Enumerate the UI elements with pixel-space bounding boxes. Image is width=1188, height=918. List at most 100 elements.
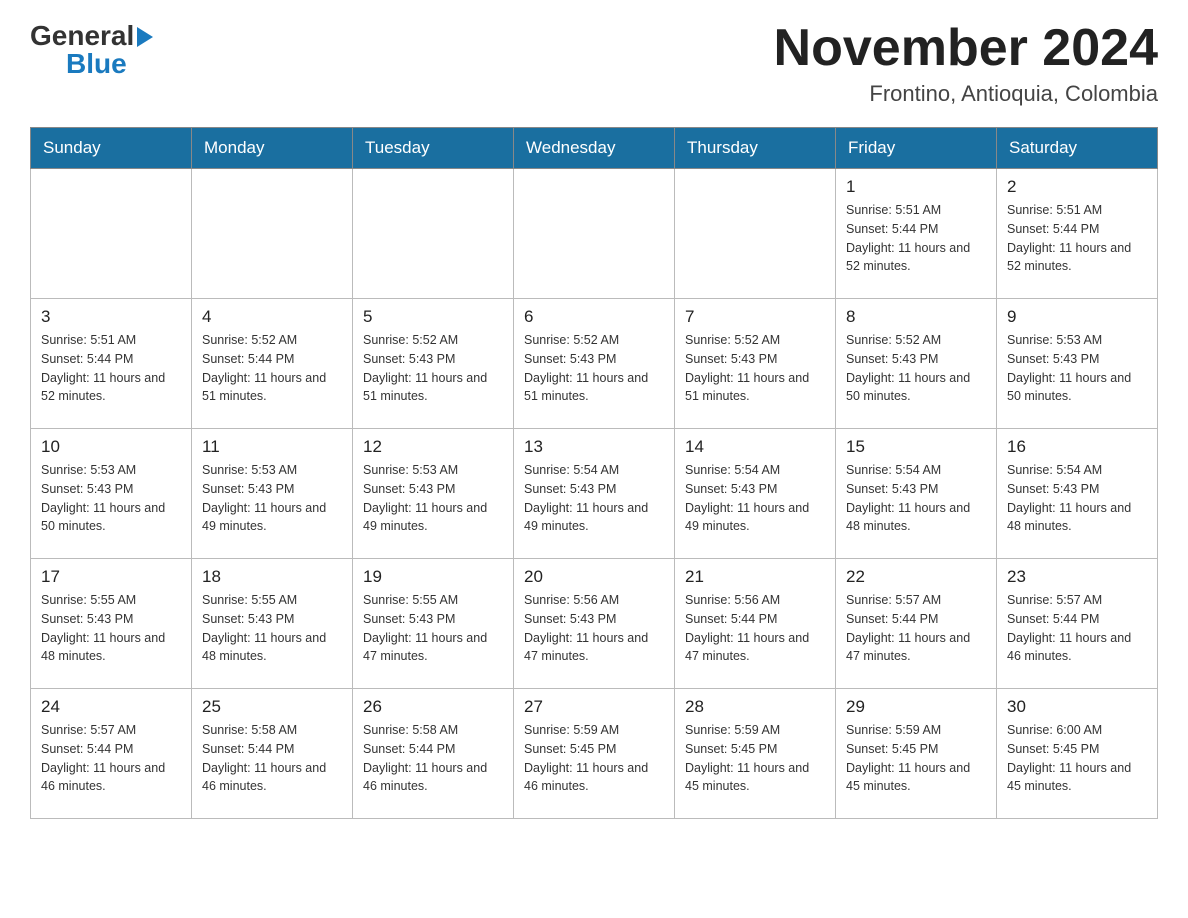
- day-info: Sunrise: 5:51 AMSunset: 5:44 PMDaylight:…: [1007, 201, 1147, 276]
- day-info: Sunrise: 5:53 AMSunset: 5:43 PMDaylight:…: [363, 461, 503, 536]
- weekday-header-wednesday: Wednesday: [514, 128, 675, 169]
- calendar-cell: 30 Sunrise: 6:00 AMSunset: 5:45 PMDayligh…: [997, 689, 1158, 819]
- calendar-week-row: 3 Sunrise: 5:51 AMSunset: 5:44 PMDaylight…: [31, 299, 1158, 429]
- calendar-cell: 12 Sunrise: 5:53 AMSunset: 5:43 PMDayligh…: [353, 429, 514, 559]
- calendar-cell: 13 Sunrise: 5:54 AMSunset: 5:43 PMDayligh…: [514, 429, 675, 559]
- day-info: Sunrise: 5:55 AMSunset: 5:43 PMDaylight:…: [41, 591, 181, 666]
- calendar-cell: 24 Sunrise: 5:57 AMSunset: 5:44 PMDayligh…: [31, 689, 192, 819]
- day-number: 21: [685, 567, 825, 587]
- calendar-cell: 10 Sunrise: 5:53 AMSunset: 5:43 PMDayligh…: [31, 429, 192, 559]
- day-info: Sunrise: 5:55 AMSunset: 5:43 PMDaylight:…: [363, 591, 503, 666]
- day-info: Sunrise: 5:59 AMSunset: 5:45 PMDaylight:…: [685, 721, 825, 796]
- calendar-cell: 25 Sunrise: 5:58 AMSunset: 5:44 PMDayligh…: [192, 689, 353, 819]
- day-info: Sunrise: 5:53 AMSunset: 5:43 PMDaylight:…: [41, 461, 181, 536]
- calendar-week-row: 24 Sunrise: 5:57 AMSunset: 5:44 PMDayligh…: [31, 689, 1158, 819]
- calendar-cell: 7 Sunrise: 5:52 AMSunset: 5:43 PMDaylight…: [675, 299, 836, 429]
- day-info: Sunrise: 5:52 AMSunset: 5:43 PMDaylight:…: [363, 331, 503, 406]
- day-info: Sunrise: 5:52 AMSunset: 5:44 PMDaylight:…: [202, 331, 342, 406]
- logo-arrow-icon: [137, 27, 153, 47]
- day-info: Sunrise: 5:52 AMSunset: 5:43 PMDaylight:…: [846, 331, 986, 406]
- weekday-header-saturday: Saturday: [997, 128, 1158, 169]
- calendar-cell: 4 Sunrise: 5:52 AMSunset: 5:44 PMDaylight…: [192, 299, 353, 429]
- day-info: Sunrise: 5:57 AMSunset: 5:44 PMDaylight:…: [1007, 591, 1147, 666]
- day-number: 22: [846, 567, 986, 587]
- weekday-header-sunday: Sunday: [31, 128, 192, 169]
- day-number: 2: [1007, 177, 1147, 197]
- calendar-week-row: 1Sunrise: 5:51 AMSunset: 5:44 PMDaylight…: [31, 169, 1158, 299]
- weekday-header-monday: Monday: [192, 128, 353, 169]
- location-text: Frontino, Antioquia, Colombia: [774, 81, 1158, 107]
- day-number: 23: [1007, 567, 1147, 587]
- day-number: 18: [202, 567, 342, 587]
- day-info: Sunrise: 5:56 AMSunset: 5:44 PMDaylight:…: [685, 591, 825, 666]
- calendar-cell: 26 Sunrise: 5:58 AMSunset: 5:44 PMDayligh…: [353, 689, 514, 819]
- calendar-cell: 17 Sunrise: 5:55 AMSunset: 5:43 PMDayligh…: [31, 559, 192, 689]
- weekday-header-row: SundayMondayTuesdayWednesdayThursdayFrid…: [31, 128, 1158, 169]
- weekday-header-friday: Friday: [836, 128, 997, 169]
- day-info: Sunrise: 5:53 AMSunset: 5:43 PMDaylight:…: [1007, 331, 1147, 406]
- day-info: Sunrise: 5:54 AMSunset: 5:43 PMDaylight:…: [846, 461, 986, 536]
- calendar-cell: 18 Sunrise: 5:55 AMSunset: 5:43 PMDayligh…: [192, 559, 353, 689]
- day-info: Sunrise: 5:54 AMSunset: 5:43 PMDaylight:…: [685, 461, 825, 536]
- calendar-cell: 3 Sunrise: 5:51 AMSunset: 5:44 PMDaylight…: [31, 299, 192, 429]
- day-info: Sunrise: 5:53 AMSunset: 5:43 PMDaylight:…: [202, 461, 342, 536]
- day-number: 14: [685, 437, 825, 457]
- day-number: 24: [41, 697, 181, 717]
- day-info: Sunrise: 5:54 AMSunset: 5:43 PMDaylight:…: [524, 461, 664, 536]
- day-number: 16: [1007, 437, 1147, 457]
- calendar-cell: 8Sunrise: 5:52 AMSunset: 5:43 PMDaylight…: [836, 299, 997, 429]
- day-number: 13: [524, 437, 664, 457]
- day-number: 25: [202, 697, 342, 717]
- calendar-cell: 14 Sunrise: 5:54 AMSunset: 5:43 PMDayligh…: [675, 429, 836, 559]
- day-number: 28: [685, 697, 825, 717]
- calendar-cell: 11Sunrise: 5:53 AMSunset: 5:43 PMDayligh…: [192, 429, 353, 559]
- day-info: Sunrise: 5:55 AMSunset: 5:43 PMDaylight:…: [202, 591, 342, 666]
- weekday-header-tuesday: Tuesday: [353, 128, 514, 169]
- day-number: 6: [524, 307, 664, 327]
- calendar-cell: 6 Sunrise: 5:52 AMSunset: 5:43 PMDaylight…: [514, 299, 675, 429]
- day-info: Sunrise: 5:51 AMSunset: 5:44 PMDaylight:…: [41, 331, 181, 406]
- day-number: 4: [202, 307, 342, 327]
- day-info: Sunrise: 6:00 AMSunset: 5:45 PMDaylight:…: [1007, 721, 1147, 796]
- day-number: 27: [524, 697, 664, 717]
- calendar-cell: 21 Sunrise: 5:56 AMSunset: 5:44 PMDayligh…: [675, 559, 836, 689]
- day-info: Sunrise: 5:58 AMSunset: 5:44 PMDaylight:…: [202, 721, 342, 796]
- calendar-cell: 5 Sunrise: 5:52 AMSunset: 5:43 PMDaylight…: [353, 299, 514, 429]
- calendar-table: SundayMondayTuesdayWednesdayThursdayFrid…: [30, 127, 1158, 819]
- title-section: November 2024 Frontino, Antioquia, Colom…: [774, 20, 1158, 107]
- day-number: 3: [41, 307, 181, 327]
- day-info: Sunrise: 5:54 AMSunset: 5:43 PMDaylight:…: [1007, 461, 1147, 536]
- day-number: 5: [363, 307, 503, 327]
- calendar-week-row: 17 Sunrise: 5:55 AMSunset: 5:43 PMDayligh…: [31, 559, 1158, 689]
- calendar-cell: 28 Sunrise: 5:59 AMSunset: 5:45 PMDayligh…: [675, 689, 836, 819]
- day-number: 9: [1007, 307, 1147, 327]
- day-number: 30: [1007, 697, 1147, 717]
- day-info: Sunrise: 5:58 AMSunset: 5:44 PMDaylight:…: [363, 721, 503, 796]
- calendar-cell: 29 Sunrise: 5:59 AMSunset: 5:45 PMDayligh…: [836, 689, 997, 819]
- calendar-cell: 19 Sunrise: 5:55 AMSunset: 5:43 PMDayligh…: [353, 559, 514, 689]
- day-number: 29: [846, 697, 986, 717]
- calendar-cell: 20Sunrise: 5:56 AMSunset: 5:43 PMDayligh…: [514, 559, 675, 689]
- weekday-header-thursday: Thursday: [675, 128, 836, 169]
- day-info: Sunrise: 5:57 AMSunset: 5:44 PMDaylight:…: [41, 721, 181, 796]
- calendar-cell: 9 Sunrise: 5:53 AMSunset: 5:43 PMDaylight…: [997, 299, 1158, 429]
- day-number: 17: [41, 567, 181, 587]
- day-number: 19: [363, 567, 503, 587]
- calendar-cell: [31, 169, 192, 299]
- calendar-cell: [353, 169, 514, 299]
- day-info: Sunrise: 5:52 AMSunset: 5:43 PMDaylight:…: [685, 331, 825, 406]
- logo-blue-text: Blue: [66, 48, 153, 80]
- day-info: Sunrise: 5:51 AMSunset: 5:44 PMDaylight:…: [846, 201, 986, 276]
- day-number: 26: [363, 697, 503, 717]
- calendar-cell: 23 Sunrise: 5:57 AMSunset: 5:44 PMDayligh…: [997, 559, 1158, 689]
- day-number: 10: [41, 437, 181, 457]
- day-number: 12: [363, 437, 503, 457]
- calendar-cell: 1Sunrise: 5:51 AMSunset: 5:44 PMDaylight…: [836, 169, 997, 299]
- day-info: Sunrise: 5:59 AMSunset: 5:45 PMDaylight:…: [846, 721, 986, 796]
- day-number: 7: [685, 307, 825, 327]
- day-info: Sunrise: 5:52 AMSunset: 5:43 PMDaylight:…: [524, 331, 664, 406]
- month-title: November 2024: [774, 20, 1158, 77]
- logo: General Blue: [30, 20, 153, 80]
- day-info: Sunrise: 5:57 AMSunset: 5:44 PMDaylight:…: [846, 591, 986, 666]
- calendar-week-row: 10 Sunrise: 5:53 AMSunset: 5:43 PMDayligh…: [31, 429, 1158, 559]
